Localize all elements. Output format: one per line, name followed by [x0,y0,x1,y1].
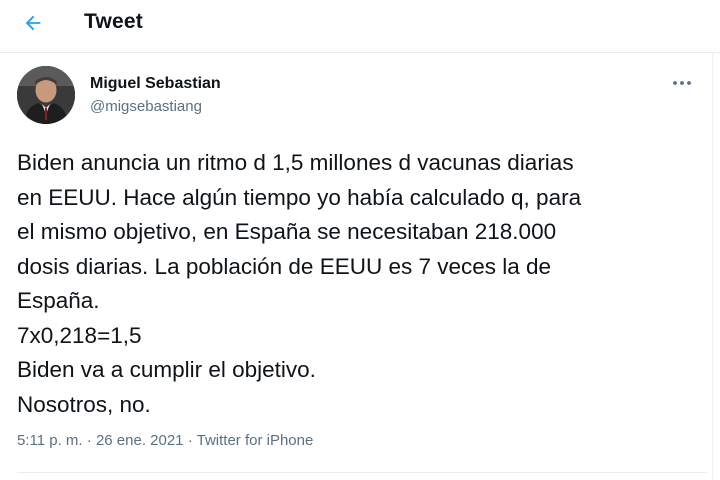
page-header: Tweet [0,0,720,53]
back-button[interactable] [14,6,52,44]
author-handle[interactable]: @migsebastiang [90,98,202,115]
meta-separator: · [187,432,193,449]
divider [17,472,707,473]
tweet-metadata: 5:11 p. m. · 26 ene. 2021 · Twitter for … [17,432,313,449]
tweet-page: Tweet Miguel Sebastian @migsebastiang Bi… [0,0,720,480]
tweet-date[interactable]: 26 ene. 2021 [96,432,184,449]
more-horizontal-icon [672,73,692,91]
tweet-source[interactable]: Twitter for iPhone [197,432,314,449]
column-border [712,52,713,480]
tweet-time[interactable]: 5:11 p. m. [17,432,83,449]
author-name[interactable]: Miguel Sebastian [90,75,221,93]
avatar[interactable] [17,66,75,124]
meta-separator: · [86,432,92,449]
more-button[interactable] [664,72,700,92]
tweet-text: Biden anuncia un ritmo d 1,5 millones d … [17,150,582,417]
arrow-left-icon [22,12,44,39]
page-title: Tweet [84,10,143,33]
